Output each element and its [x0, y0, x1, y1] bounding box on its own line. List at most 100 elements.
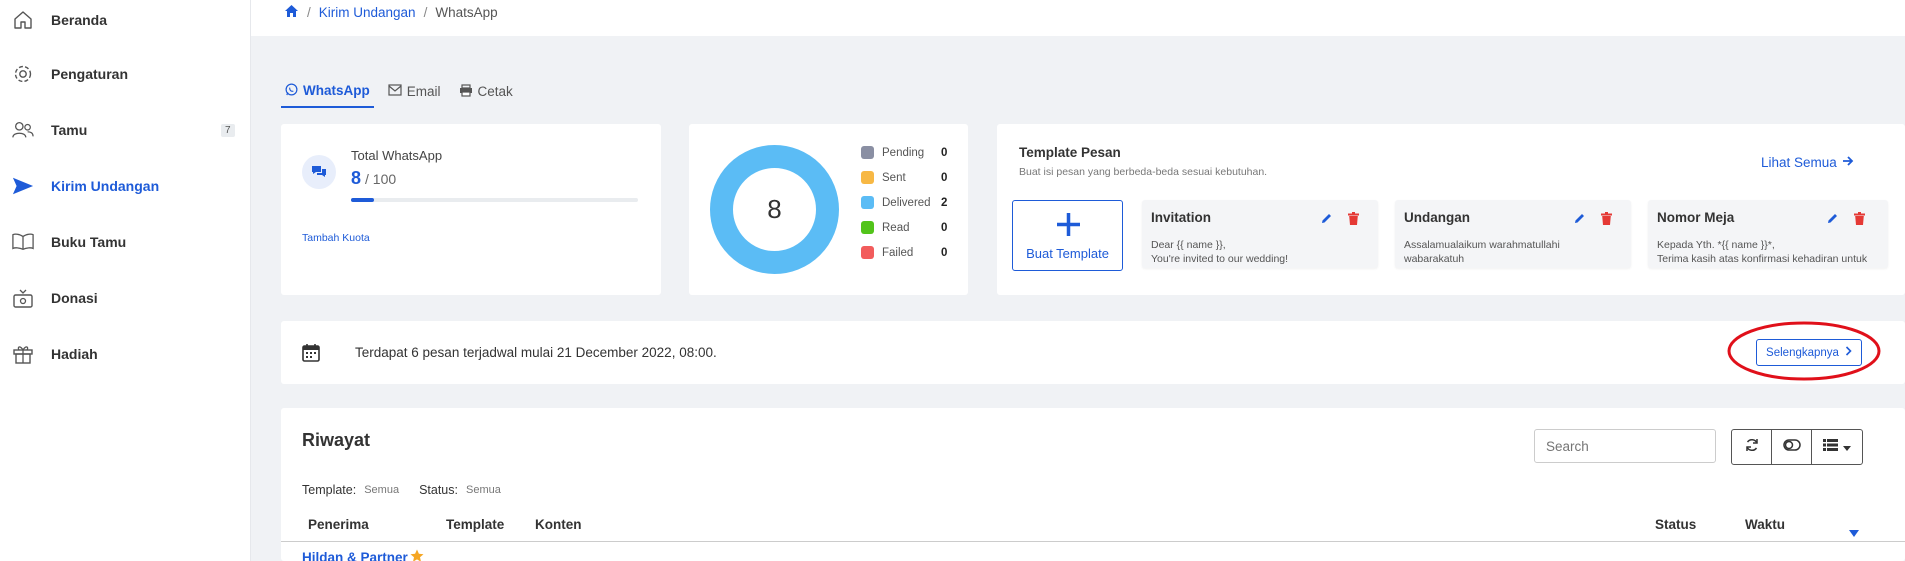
legend-value: 0	[941, 246, 948, 259]
legend-label: Read	[882, 221, 910, 234]
sidebar-item-tamu[interactable]: Tamu 7	[0, 110, 251, 150]
template-title: Invitation	[1151, 210, 1211, 225]
quota-title: Total WhatsApp	[351, 148, 443, 163]
envelope-icon	[388, 84, 402, 99]
legend-label: Sent	[882, 171, 906, 184]
column-header-template[interactable]: Template	[446, 517, 504, 532]
table-toolbar	[1731, 429, 1863, 465]
toggle-icon	[1782, 438, 1801, 456]
gift-icon	[12, 343, 34, 365]
legend-swatch	[861, 171, 874, 184]
sidebar-item-label: Beranda	[51, 12, 108, 28]
legend-swatch	[861, 196, 874, 209]
pencil-icon[interactable]	[1826, 212, 1839, 230]
breadcrumb-separator: /	[307, 5, 311, 20]
sidebar-item-buku-tamu[interactable]: Buku Tamu	[0, 222, 251, 262]
templates-subtitle: Buat isi pesan yang berbeda-beda sesuai …	[1019, 166, 1268, 178]
tab-label: Cetak	[477, 84, 513, 99]
template-card-nomor-meja[interactable]: Nomor Meja Kepada Yth. *{{ name }}*, Ter…	[1648, 200, 1888, 268]
refresh-icon	[1745, 438, 1759, 457]
chat-bubbles-icon	[302, 155, 336, 189]
breadcrumb-kirim-undangan[interactable]: Kirim Undangan	[319, 5, 416, 20]
status-card: 8 Pending 0 Sent 0 Delivered 2 Read 0 Fa…	[689, 124, 968, 295]
legend-read: Read 0	[861, 221, 951, 234]
highlight-ellipse	[1727, 321, 1881, 381]
add-quota-link[interactable]: Tambah Kuota	[302, 232, 370, 244]
sidebar-item-hadiah[interactable]: Hadiah	[0, 334, 251, 374]
calendar-icon	[302, 343, 320, 367]
legend-value: 0	[941, 146, 948, 159]
quota-count: 8 / 100	[351, 168, 396, 189]
trash-icon[interactable]	[1854, 212, 1865, 230]
column-header-penerima[interactable]: Penerima	[308, 517, 369, 532]
sidebar-item-label: Donasi	[51, 290, 98, 306]
column-header-konten[interactable]: Konten	[535, 517, 582, 532]
search-input[interactable]	[1534, 429, 1716, 463]
channel-tabs: WhatsApp Email Cetak	[281, 75, 527, 108]
pencil-icon[interactable]	[1320, 212, 1333, 230]
pencil-icon[interactable]	[1573, 212, 1586, 230]
status-donut-chart: 8	[710, 145, 839, 274]
whatsapp-icon	[285, 83, 298, 99]
sidebar-item-label: Pengaturan	[51, 66, 129, 82]
legend-label: Failed	[882, 246, 914, 259]
schedule-text: Terdapat 6 pesan terjadwal mulai 21 Dece…	[355, 345, 717, 360]
tab-email[interactable]: Email	[384, 75, 445, 108]
filter-template-value[interactable]: Semua	[364, 484, 399, 497]
printer-icon	[459, 83, 473, 100]
filter-status-value[interactable]: Semua	[466, 484, 501, 497]
template-card-undangan[interactable]: Undangan Assalamualaikum warahmatullahi …	[1395, 200, 1631, 268]
trash-icon[interactable]	[1601, 212, 1612, 230]
template-card-invitation[interactable]: Invitation Dear {{ name }}, You're invit…	[1142, 200, 1378, 268]
columns-dropdown-button[interactable]	[1812, 430, 1862, 464]
home-icon[interactable]	[284, 4, 299, 21]
legend-sent: Sent 0	[861, 171, 951, 184]
quota-total: / 100	[365, 171, 397, 187]
toggle-view-button[interactable]	[1772, 430, 1812, 464]
column-header-waktu[interactable]: Waktu	[1745, 517, 1785, 532]
breadcrumb-separator: /	[423, 5, 428, 20]
caret-down-icon	[1843, 438, 1851, 456]
sidebar-item-beranda[interactable]: Beranda	[0, 0, 251, 40]
tab-whatsapp[interactable]: WhatsApp	[281, 75, 374, 108]
trash-icon[interactable]	[1348, 212, 1359, 230]
quota-progress-fill	[351, 198, 374, 202]
sidebar-item-label: Kirim Undangan	[51, 178, 160, 194]
filter-template-label: Template:	[302, 483, 357, 497]
table-row[interactable]: Hildan & Partner	[302, 549, 424, 561]
donation-icon	[12, 287, 34, 309]
quota-progress	[351, 198, 638, 202]
arrow-right-icon	[1842, 155, 1854, 170]
main-content: / Kirim Undangan / WhatsApp WhatsApp Ema…	[251, 0, 1905, 561]
refresh-button[interactable]	[1732, 430, 1772, 464]
send-icon	[12, 175, 34, 197]
quota-used: 8	[351, 168, 362, 188]
template-body: Kepada Yth. *{{ name }}*, Terima kasih a…	[1657, 239, 1868, 265]
create-template-button[interactable]: Buat Template	[1012, 200, 1123, 271]
legend-swatch	[861, 146, 874, 159]
sidebar-item-label: Hadiah	[51, 346, 98, 362]
tab-label: Email	[406, 84, 441, 99]
tab-cetak[interactable]: Cetak	[455, 75, 517, 108]
book-icon	[12, 231, 34, 253]
sidebar-item-kirim-undangan[interactable]: Kirim Undangan	[0, 166, 251, 206]
plus-icon	[1055, 211, 1082, 243]
table-header-divider	[281, 541, 1905, 542]
history-title: Riwayat	[302, 430, 371, 450]
see-all-link[interactable]: Lihat Semua	[1761, 155, 1854, 170]
legend-swatch	[861, 221, 874, 234]
filter-status-label: Status:	[419, 483, 458, 497]
legend-value: 0	[941, 171, 948, 184]
legend-value: 0	[941, 221, 948, 234]
sidebar-item-donasi[interactable]: Donasi	[0, 278, 251, 318]
legend-label: Pending	[882, 146, 925, 159]
recipient-name[interactable]: Hildan & Partner	[302, 550, 408, 561]
quota-card: Total WhatsApp 8 / 100 Tambah Kuota	[281, 124, 661, 295]
column-header-status[interactable]: Status	[1655, 517, 1696, 532]
breadcrumb-current: WhatsApp	[435, 5, 498, 20]
sidebar-item-pengaturan[interactable]: Pengaturan	[0, 54, 251, 94]
sort-caret-icon[interactable]	[1849, 524, 1859, 542]
list-icon	[1823, 438, 1838, 456]
sidebar-item-label: Tamu	[51, 122, 88, 138]
see-all-label: Lihat Semua	[1761, 155, 1837, 170]
